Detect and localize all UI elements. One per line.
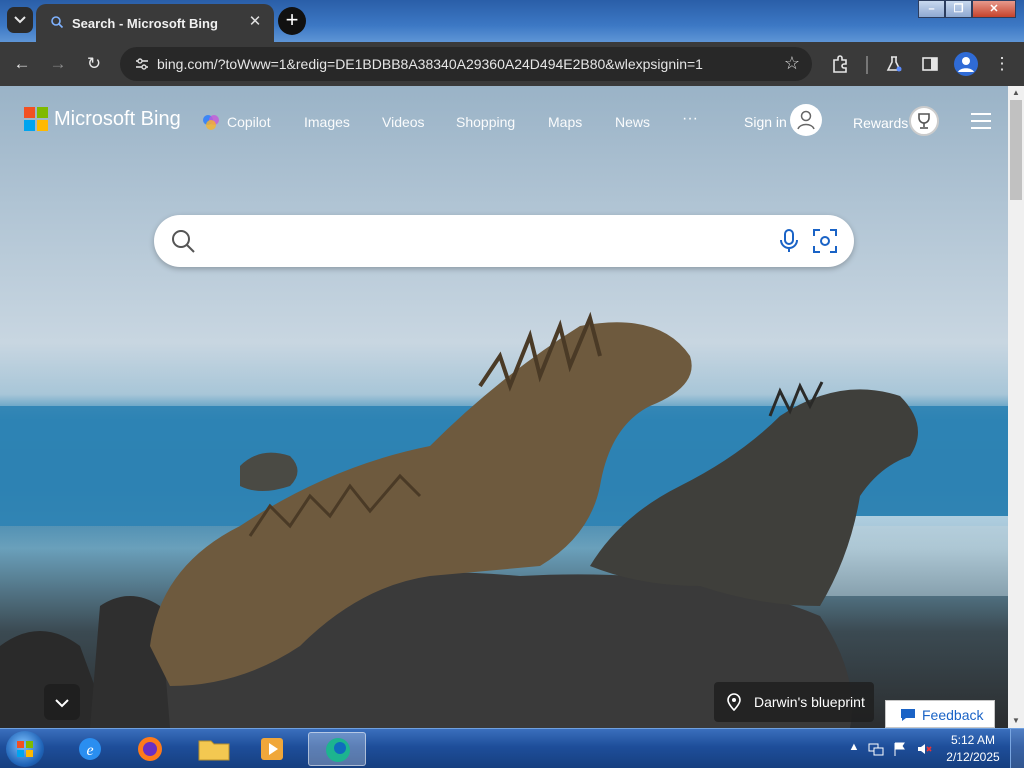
user-icon [797,110,815,130]
page-scrollbar[interactable]: ▲ ▼ [1008,86,1024,728]
forward-arrow-icon[interactable]: → [46,52,70,76]
chevron-down-icon [14,16,26,24]
restore-button[interactable]: ❐ [945,0,972,18]
toolbar-divider [866,56,868,74]
labs-flask-icon[interactable] [884,54,904,74]
action-center-flag-icon[interactable] [892,741,908,757]
feedback-button[interactable]: Feedback [885,700,995,728]
site-settings-icon[interactable] [134,56,150,72]
back-arrow-icon[interactable]: ← [10,52,34,76]
windows-logo-icon [17,741,33,757]
copilot-icon [203,115,219,130]
rewards-badge[interactable] [909,106,939,136]
scroll-up-arrow-icon[interactable]: ▲ [1008,86,1024,100]
volume-muted-icon[interactable] [916,741,932,757]
browser-app-icon [326,738,350,762]
screen: Search - Microsoft Bing ✕ + – ❐ ✕ ← → ↻ … [0,0,1024,768]
microphone-icon[interactable] [778,228,800,254]
more-menu-icon[interactable]: ⋮ [990,52,1014,76]
image-caption[interactable]: Darwin's blueprint [714,682,874,722]
hamburger-menu-icon[interactable] [970,112,992,130]
logo-text: Microsoft Bing [54,107,181,130]
close-window-button[interactable]: ✕ [972,0,1016,18]
browser-toolbar: ← → ↻ bing.com/?toWww=1&redig=DE1BDBB8A3… [0,42,1024,86]
show-desktop-button[interactable] [1010,729,1024,768]
scroll-down-arrow-icon[interactable]: ▼ [1008,714,1024,728]
tab-title: Search - Microsoft Bing [72,16,218,31]
side-panel-icon[interactable] [920,54,940,74]
svg-text:e: e [86,742,93,759]
nav-copilot[interactable]: Copilot [227,114,271,130]
search-box [154,215,854,267]
scroll-down-button[interactable] [44,684,80,720]
url-text[interactable]: bing.com/?toWww=1&redig=DE1BDBB8A38340A2… [157,56,703,72]
show-hidden-icons-arrow[interactable]: ▲ [846,741,862,757]
minimize-button[interactable]: – [918,0,945,18]
taskbar-media-player[interactable] [250,732,294,766]
tab-search-button[interactable] [7,7,33,33]
taskbar-internet-explorer[interactable]: e [68,732,112,766]
chat-bubble-icon [901,709,915,721]
network-icon[interactable] [868,741,884,757]
taskbar-firefox[interactable] [128,732,172,766]
feedback-label: Feedback [922,707,984,723]
search-input[interactable] [204,225,764,257]
bookmark-star-icon[interactable]: ☆ [784,53,800,74]
start-button[interactable] [6,731,44,767]
extensions-icon[interactable] [830,54,850,74]
sign-in-link[interactable]: Sign in [744,114,787,130]
location-pin-icon [727,693,741,711]
media-player-icon [261,738,283,760]
bing-logo[interactable]: Microsoft Bing [24,107,181,131]
search-icon [51,16,64,29]
folder-icon [198,740,230,761]
rewards-link[interactable]: Rewards [853,115,908,131]
clock-time[interactable]: 5:12 AM [944,733,1002,747]
nav-news[interactable]: News [615,114,650,130]
nav-images[interactable]: Images [304,114,350,130]
nav-more-button[interactable]: ··· [682,110,698,128]
microsoft-logo-icon [24,107,48,131]
browser-titlebar: Search - Microsoft Bing ✕ + – ❐ ✕ [0,0,1024,42]
person-icon [958,57,974,72]
active-tab[interactable]: Search - Microsoft Bing ✕ [36,4,274,42]
search-icon [172,230,195,253]
caption-title: Darwin's blueprint [754,694,865,710]
nav-maps[interactable]: Maps [548,114,582,130]
internet-explorer-icon: e [79,738,101,760]
scrollbar-thumb[interactable] [1010,100,1022,200]
windows-taskbar: e ▲ 5:12 AM 2/12/2025 [0,728,1024,768]
tab-close-icon[interactable]: ✕ [246,13,264,31]
bing-homepage: Microsoft Bing Copilot Images Videos Sho… [0,86,1008,728]
background-image [0,311,1008,728]
profile-avatar[interactable] [954,52,978,76]
reload-icon[interactable]: ↻ [82,52,106,76]
address-bar[interactable]: bing.com/?toWww=1&redig=DE1BDBB8A38340A2… [120,47,812,81]
clock-date[interactable]: 2/12/2025 [944,750,1002,764]
trophy-icon [918,113,930,129]
window-controls: – ❐ ✕ [918,0,1016,20]
chevron-down-icon [55,699,69,708]
taskbar-file-explorer[interactable] [192,732,236,766]
taskbar-edge-browser[interactable] [308,732,366,766]
new-tab-button[interactable]: + [278,7,306,35]
nav-videos[interactable]: Videos [382,114,425,130]
bing-header: Microsoft Bing Copilot Images Videos Sho… [0,86,1008,156]
sign-in-avatar[interactable] [790,104,822,136]
nav-shopping[interactable]: Shopping [456,114,515,130]
visual-search-icon[interactable] [812,228,838,254]
firefox-icon [138,737,162,761]
